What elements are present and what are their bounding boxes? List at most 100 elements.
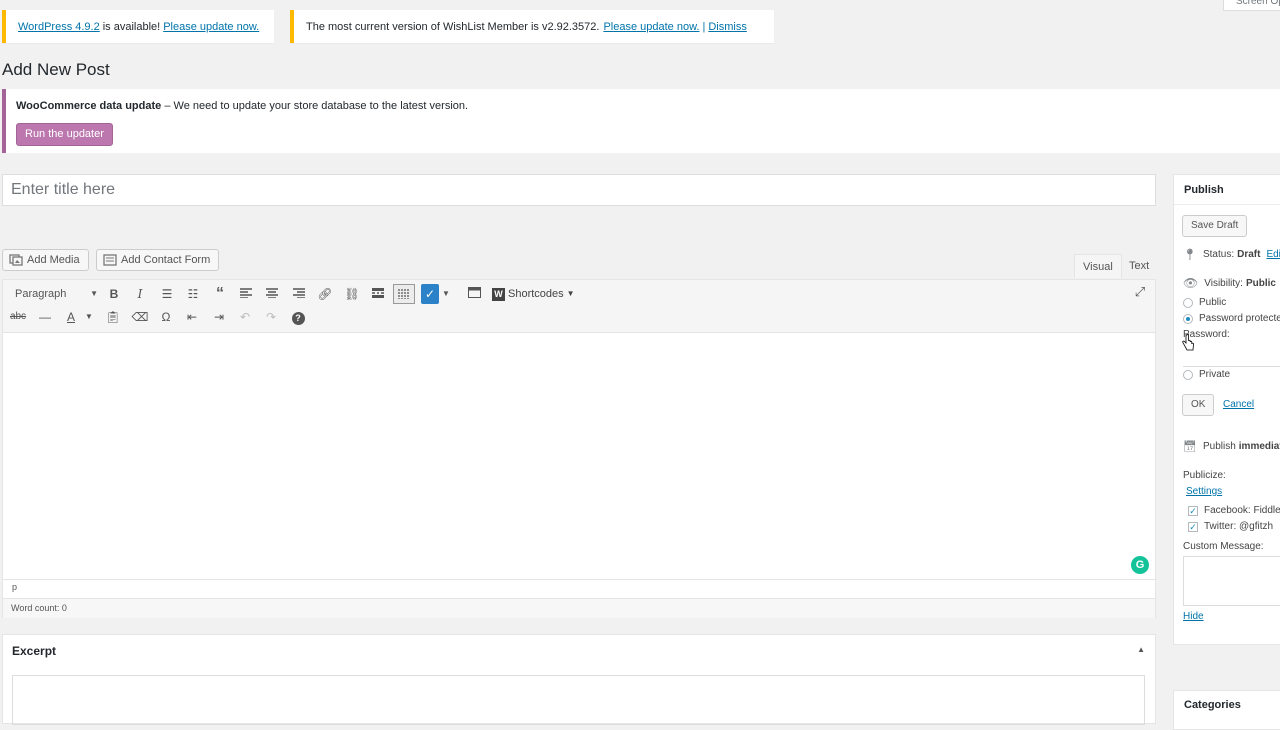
align-right-icon[interactable] [288,284,310,304]
publicize-label: Publicize: [1183,470,1226,481]
radio-password-protected[interactable] [1183,313,1193,324]
run-updater-button[interactable]: Run the updater [16,123,113,146]
screen-options-button[interactable]: Screen Options [1223,0,1280,11]
fullscreen-icon[interactable]: ⤢ [1129,282,1151,302]
visibility-value: Public [1245,277,1276,289]
media-icon [9,254,23,266]
publicize-settings-link[interactable]: Settings [1186,486,1222,497]
align-center-icon[interactable] [261,284,283,304]
radio-public[interactable] [1183,297,1193,308]
visibility-option-public[interactable]: Public [1183,297,1226,308]
wp-update-now-link[interactable]: Please update now. [163,21,259,33]
contact-form-icon [103,254,117,266]
calendar-icon: 📅︎ [1183,441,1197,453]
ok-button[interactable]: OK [1182,394,1215,416]
paste-text-icon[interactable]: 📋︎ [102,307,124,327]
italic-icon[interactable]: I [129,284,151,304]
outdent-icon[interactable]: ⇤ [181,307,203,327]
status-label: Status: [1202,249,1235,260]
custom-message-textarea[interactable] [1183,556,1280,606]
shortcodes-label: Shortcodes [508,288,564,300]
wishlist-update-link[interactable]: Please update now. [603,21,699,33]
status-row: 📍︎ Status: Draft Edit [1183,248,1280,261]
visibility-option-private[interactable]: Private [1183,369,1230,380]
twitter-checkbox[interactable]: ✓ [1188,521,1198,532]
align-left-icon[interactable] [235,284,257,304]
woocommerce-notice-body: – We need to update your store database … [161,100,469,112]
undo-icon[interactable]: ↶ [234,307,256,327]
radio-private[interactable] [1183,369,1193,380]
wp-update-notice: WordPress 4.9.2 is available! Please upd… [2,10,274,43]
facebook-checkbox[interactable]: ✓ [1188,505,1198,516]
form-icon[interactable] [463,284,485,304]
wishlist-dismiss-link[interactable]: Dismiss [708,21,747,33]
hand-cursor-icon [1182,334,1194,351]
special-character-icon[interactable]: Ω [155,307,177,327]
shortcodes-icon: W [492,287,505,301]
read-more-icon[interactable] [367,284,389,304]
eye-icon: 👁︎ [1183,276,1199,290]
chevron-down-icon[interactable]: ▼ [82,307,96,327]
publish-time-row: 📅︎ Publish immediately [1183,440,1280,453]
status-edit-link[interactable]: Edit [1266,249,1280,260]
woocommerce-notice-text: WooCommerce data update – We need to upd… [16,100,468,112]
password-input[interactable] [1183,343,1280,367]
visibility-row: 👁︎ Visibility: Public [1183,276,1276,290]
post-content-editor[interactable]: Paragraph ▼ B I ☰ ☷ “ 🔗︎ ⛓︎ ✓ ▼ W Shortc… [2,279,1156,618]
format-select-value: Paragraph [15,288,67,300]
publish-time-value: immediately [1238,441,1280,452]
wishlist-notice: The most current version of WishList Mem… [290,10,774,43]
excerpt-box: Excerpt ▲ [2,634,1156,725]
visibility-label: Visibility: [1204,277,1243,289]
status-value: Draft [1237,249,1261,260]
woocommerce-notice-bold: WooCommerce data update [16,100,162,112]
publicize-twitter[interactable]: ✓ Twitter: @gfitzh [1188,521,1273,532]
clear-formatting-icon[interactable]: ⌫ [129,307,151,327]
tab-text[interactable]: Text [1121,254,1157,278]
format-select[interactable]: Paragraph ▼ [11,284,101,304]
chevron-down-icon[interactable]: ▼ [439,284,453,304]
facebook-label: Facebook: Fiddle [1204,505,1280,516]
strikethrough-icon[interactable]: abc [7,307,29,327]
blockquote-icon[interactable]: “ [209,284,231,304]
cancel-link[interactable]: Cancel [1223,399,1254,410]
numbered-list-icon[interactable]: ☷ [182,284,204,304]
horizontal-rule-icon[interactable]: — [34,307,56,327]
link-icon[interactable]: 🔗︎ [314,284,336,304]
publicize-facebook[interactable]: ✓ Facebook: Fiddle [1188,505,1280,516]
visibility-option-password[interactable]: Password protected [1183,313,1280,324]
wishlist-text: The most current version of WishList Mem… [306,20,600,33]
editor-toolbar: Paragraph ▼ B I ☰ ☷ “ 🔗︎ ⛓︎ ✓ ▼ W Shortc… [3,280,1155,333]
option-public-label: Public [1199,297,1227,308]
wishlist-separator: | [702,20,706,33]
pin-icon: 📍︎ [1183,249,1197,261]
toolbar-toggle-icon[interactable] [393,284,415,304]
save-draft-button[interactable]: Save Draft [1182,215,1248,237]
excerpt-textarea[interactable] [12,675,1145,725]
bold-icon[interactable]: B [103,284,125,304]
redo-icon[interactable]: ↷ [260,307,282,327]
page-title: Add New Post [2,60,110,79]
indent-icon[interactable]: ⇥ [208,307,230,327]
add-media-button[interactable]: Add Media [2,249,89,271]
wordpress-version-link[interactable]: WordPress 4.9.2 [18,21,100,33]
custom-message-label: Custom Message: [1183,541,1264,552]
post-title-input[interactable]: Enter title here [2,174,1156,206]
excerpt-title: Excerpt [12,644,57,658]
collapse-toggle-icon[interactable]: ▲ [1137,645,1145,654]
twitter-label: Twitter: @gfitzh [1204,521,1274,532]
add-contact-form-button[interactable]: Add Contact Form [96,249,220,271]
grammarly-icon[interactable]: G [1131,556,1149,574]
tab-visual[interactable]: Visual [1074,254,1122,278]
hide-publicize-link[interactable]: Hide [1183,611,1204,622]
publish-time-label: Publish [1202,441,1236,452]
add-media-label: Add Media [27,254,80,266]
publish-box: Publish Save Draft 📍︎ Status: Draft Edit… [1173,174,1280,645]
mailchimp-icon[interactable]: ✓ [421,284,439,304]
bullet-list-icon[interactable]: ☰ [156,284,178,304]
help-icon[interactable]: ? [287,307,309,327]
shortcodes-dropdown[interactable]: W Shortcodes ▼ [492,284,575,304]
text-color-icon[interactable]: A [60,307,82,327]
add-contact-form-label: Add Contact Form [121,254,211,266]
unlink-icon[interactable]: ⛓︎ [341,284,363,304]
